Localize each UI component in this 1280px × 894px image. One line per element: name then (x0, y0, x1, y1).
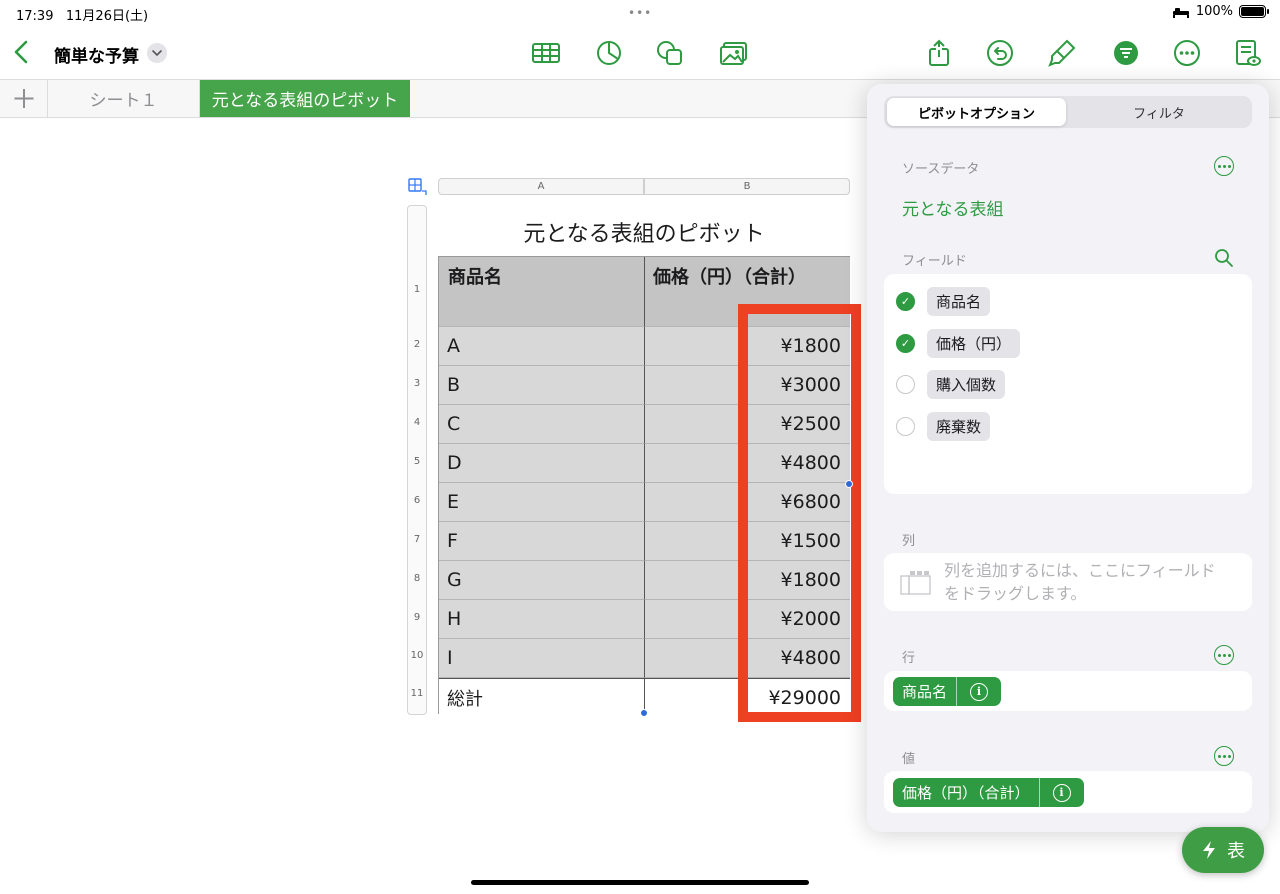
segment-pivot-options[interactable]: ピボットオプション (887, 98, 1066, 126)
battery-icon (1239, 5, 1269, 18)
format-brush-icon[interactable] (1047, 38, 1077, 68)
rows-more-icon[interactable] (1214, 645, 1234, 665)
rows-info-button[interactable]: i (957, 677, 1001, 706)
highlight-box (738, 304, 861, 722)
row-number[interactable]: 4 (407, 417, 427, 428)
row-number[interactable]: 5 (407, 456, 427, 467)
resize-handle-bottom[interactable] (640, 709, 648, 717)
multitask-dots[interactable]: ••• (628, 6, 652, 20)
row-number[interactable]: 3 (407, 378, 427, 389)
checkbox-unchecked-icon[interactable] (896, 416, 915, 436)
back-icon[interactable] (10, 38, 34, 66)
values-more-icon[interactable] (1214, 746, 1234, 766)
battery-percent: 100% (1195, 4, 1233, 19)
values-field-pill[interactable]: 価格（円）（合計） i (893, 778, 1084, 807)
tab-sheet1[interactable]: シート１ (48, 80, 200, 117)
row-number[interactable]: 7 (407, 534, 427, 545)
checkbox-checked-icon[interactable]: ✓ (896, 291, 915, 311)
segment-filter[interactable]: フィルタ (1068, 98, 1250, 126)
quick-table-button[interactable]: 表 (1182, 827, 1264, 873)
row-number[interactable]: 6 (407, 495, 427, 506)
column-header-a[interactable]: A (438, 178, 644, 195)
document-title[interactable]: 簡単な予算 (54, 42, 139, 67)
info-icon: i (1052, 783, 1071, 802)
column-header-b[interactable]: B (644, 178, 850, 195)
organize-icon[interactable] (1111, 38, 1141, 68)
quick-table-label: 表 (1227, 841, 1245, 862)
product-cell[interactable]: A (439, 327, 645, 366)
share-icon[interactable] (924, 38, 954, 68)
checkbox-unchecked-icon[interactable] (896, 374, 915, 394)
field-row[interactable]: ✓ 価格（円） (896, 328, 1021, 358)
field-row[interactable]: 廃棄数 (896, 411, 991, 441)
table-title[interactable]: 元となる表組のピボット (438, 216, 850, 248)
values-field-label[interactable]: 価格（円）（合計） (893, 778, 1040, 807)
fields-label: フィールド (902, 254, 967, 269)
media-icon[interactable] (719, 38, 749, 68)
row-number[interactable]: 8 (407, 573, 427, 584)
row-number[interactable]: 2 (407, 339, 427, 350)
rows-field-pill[interactable]: 商品名 i (893, 677, 1002, 706)
row-number[interactable]: 10 (407, 650, 427, 661)
source-data-label: ソースデータ (902, 162, 980, 177)
info-icon: i (970, 682, 989, 701)
total-label-cell[interactable]: 総計 (439, 678, 645, 717)
field-name-pill[interactable]: 商品名 (927, 286, 991, 316)
field-row[interactable]: 購入個数 (896, 369, 1006, 399)
product-cell[interactable]: E (439, 483, 645, 522)
title-menu-chevron-icon[interactable] (147, 43, 167, 63)
product-cell[interactable]: G (439, 561, 645, 600)
product-cell[interactable]: H (439, 600, 645, 639)
rows-label: 行 (902, 651, 916, 666)
tab-pivot[interactable]: 元となる表組のピボット (200, 80, 410, 117)
field-name-pill[interactable]: 価格（円） (927, 328, 1021, 358)
source-data-link[interactable]: 元となる表組 (902, 195, 1004, 220)
search-icon[interactable] (1214, 248, 1234, 268)
values-label: 値 (902, 752, 916, 767)
more-icon[interactable] (1172, 38, 1202, 68)
reader-view-icon[interactable] (1232, 38, 1262, 68)
product-cell[interactable]: D (439, 444, 645, 483)
header-cell-product[interactable]: 商品名 (439, 257, 645, 327)
rows-field-label[interactable]: 商品名 (893, 677, 958, 706)
row-number[interactable]: 9 (407, 612, 427, 623)
source-more-icon[interactable] (1214, 156, 1234, 176)
checkbox-checked-icon[interactable]: ✓ (896, 333, 915, 353)
row-number[interactable]: 1 (407, 284, 427, 295)
add-sheet-button[interactable] (0, 80, 48, 117)
resize-handle-right[interactable] (845, 480, 853, 488)
product-cell[interactable]: B (439, 366, 645, 405)
product-cell[interactable]: I (439, 639, 645, 678)
field-name-pill[interactable]: 購入個数 (927, 369, 1006, 399)
columns-placeholder: 列を追加するには、ここにフィールド をドラッグします。 (944, 561, 1216, 603)
undo-icon[interactable] (985, 38, 1015, 68)
values-info-button[interactable]: i (1040, 778, 1084, 807)
field-row[interactable]: ✓ 商品名 (896, 286, 991, 316)
status-time: 17:39 11月26日(土) (16, 9, 149, 24)
row-number[interactable]: 11 (407, 688, 427, 699)
sleep-icon (1172, 7, 1189, 18)
product-cell[interactable]: C (439, 405, 645, 444)
table-handle-icon[interactable] (407, 177, 429, 197)
column-placeholder-icon (900, 571, 931, 595)
shape-icon[interactable] (655, 38, 685, 68)
columns-label: 列 (902, 534, 916, 549)
table-icon[interactable] (531, 38, 561, 68)
home-indicator[interactable] (471, 880, 809, 885)
field-name-pill[interactable]: 廃棄数 (927, 411, 991, 441)
lightning-icon (1203, 841, 1215, 859)
chart-icon[interactable] (594, 38, 624, 68)
status-indicators: 100% (1172, 4, 1269, 19)
product-cell[interactable]: F (439, 522, 645, 561)
